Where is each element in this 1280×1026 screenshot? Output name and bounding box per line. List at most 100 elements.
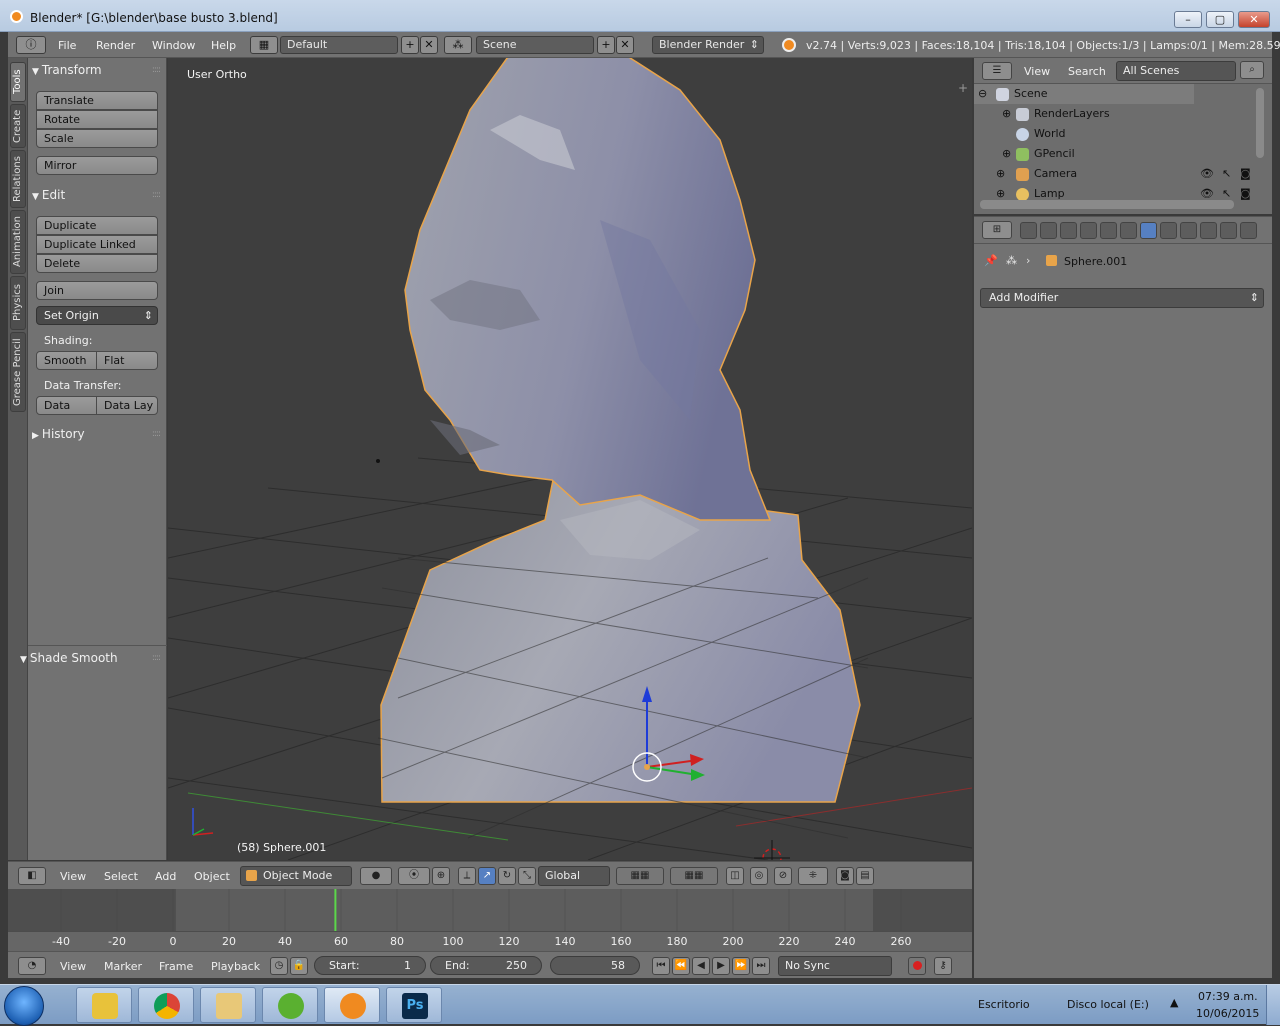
timeline-menu-view[interactable]: View — [60, 960, 86, 973]
interaction-mode-dropdown[interactable]: Object Mode — [240, 866, 352, 886]
clock-time[interactable]: 07:39 a.m. — [1198, 990, 1258, 1003]
tab-grease-pencil[interactable]: Grease Pencil — [10, 332, 26, 412]
timeline-ruler[interactable]: -40 -20 0 20 40 60 80 100 120 140 160 180 200 220 240 2… — [8, 931, 972, 951]
manipulator-center-icon[interactable]: ⊕ — [432, 867, 450, 885]
drag-grip-icon[interactable]: :::: — [152, 649, 161, 667]
preview-range-icon[interactable]: ◷ — [270, 957, 288, 975]
sync-mode-dropdown[interactable]: No Sync — [778, 956, 892, 976]
show-desktop-button[interactable] — [1266, 985, 1280, 1025]
close-button[interactable]: ✕ — [1238, 11, 1270, 28]
menu-window[interactable]: Window — [152, 39, 195, 52]
tray-expand-icon[interactable]: ▲ — [1170, 996, 1178, 1009]
tab-animation[interactable]: Animation — [10, 210, 26, 274]
panel-edit-header[interactable]: ▼ Edit:::: — [32, 186, 162, 204]
add-modifier-dropdown[interactable]: Add Modifier ⇕ — [980, 288, 1264, 308]
outliner-row-renderlayers[interactable]: ⊕ RenderLayers — [974, 104, 1254, 124]
panel-transform-header[interactable]: ▼ Transform:::: — [32, 61, 162, 79]
material-tab-icon[interactable] — [1180, 222, 1197, 239]
operator-panel-header[interactable]: ▼ Shade Smooth:::: — [12, 649, 162, 667]
screen-layout-field[interactable]: Default — [280, 36, 398, 54]
taskbar-winamp[interactable] — [76, 987, 132, 1023]
menu-render[interactable]: Render — [96, 39, 135, 52]
eye-icon[interactable]: 👁 — [1200, 164, 1214, 184]
duplicate-linked-button[interactable]: Duplicate Linked — [36, 235, 158, 254]
render-animation-icon[interactable]: ▤ — [856, 867, 874, 885]
editor-type-timeline-icon[interactable]: ◔ — [18, 957, 46, 975]
editor-type-info-icon[interactable]: ⓘ — [16, 36, 46, 54]
render-opengl-icon[interactable]: ◙ — [836, 867, 854, 885]
outliner-menu-search[interactable]: Search — [1068, 65, 1106, 78]
scale-button[interactable]: Scale — [36, 129, 158, 148]
lock-icon[interactable]: 🔒 — [290, 957, 308, 975]
data-tab-icon[interactable] — [1160, 222, 1177, 239]
pivot-point-icon[interactable]: ⦿ — [398, 867, 430, 885]
mirror-button[interactable]: Mirror — [36, 156, 158, 175]
outliner-row-world[interactable]: World — [974, 124, 1254, 144]
current-frame-field[interactable]: 58 — [550, 956, 640, 975]
taskbar-blender[interactable] — [324, 987, 380, 1023]
render-tab-icon[interactable] — [1020, 222, 1037, 239]
texture-tab-icon[interactable] — [1200, 222, 1217, 239]
panel-history-header[interactable]: ▶ History:::: — [32, 425, 162, 443]
timeline[interactable]: -40 -20 0 20 40 60 80 100 120 140 160 180 200 220 240 2… — [8, 889, 972, 951]
remove-layout-icon[interactable]: ✕ — [420, 36, 438, 54]
jump-start-icon[interactable]: ⏮ — [652, 957, 670, 975]
tab-tools[interactable]: Tools — [10, 62, 26, 102]
renderlayers-tab-icon[interactable] — [1040, 222, 1057, 239]
shade-smooth-button[interactable]: Smooth — [36, 351, 97, 370]
expand-icon[interactable]: ⊕ — [996, 164, 1005, 184]
tray-escritorio[interactable]: Escritorio — [978, 998, 1030, 1011]
transform-orientation-dropdown[interactable]: Global — [538, 866, 610, 886]
prev-keyframe-icon[interactable]: ⏪ — [672, 957, 690, 975]
snap-toggle-icon[interactable]: ⊘ — [774, 867, 792, 885]
end-frame-field[interactable]: End: 250 — [430, 956, 542, 975]
set-origin-dropdown[interactable]: Set Origin ⇕ — [36, 306, 158, 325]
tray-disco-local[interactable]: Disco local (E:) — [1067, 998, 1149, 1011]
pin-icon[interactable]: 📌 — [984, 254, 998, 267]
expand-icon[interactable]: ⊕ — [1002, 144, 1011, 164]
render-camera-icon[interactable]: ◙ — [1240, 164, 1251, 184]
start-frame-field[interactable]: Start: 1 — [314, 956, 426, 975]
minimize-button[interactable]: – — [1174, 11, 1202, 28]
expand-icon[interactable]: ⊕ — [1002, 104, 1011, 124]
constraints-tab-icon[interactable] — [1120, 222, 1137, 239]
manipulator-toggle-icon[interactable]: ⟂ — [458, 867, 476, 885]
proportional-edit-icon[interactable]: ◎ — [750, 867, 768, 885]
menu-object[interactable]: Object — [194, 870, 230, 883]
join-button[interactable]: Join — [36, 281, 158, 300]
drag-grip-icon[interactable]: :::: — [152, 425, 161, 443]
data-layout-transfer-button[interactable]: Data Lay — [96, 396, 158, 415]
translate-manipulator-icon[interactable]: ↗ — [478, 867, 496, 885]
menu-view[interactable]: View — [60, 870, 86, 883]
tab-relations[interactable]: Relations — [10, 150, 26, 208]
record-icon[interactable] — [908, 957, 926, 975]
data-transfer-button[interactable]: Data — [36, 396, 97, 415]
viewport-shading-icon[interactable]: ● — [360, 867, 392, 885]
menu-help[interactable]: Help — [211, 39, 236, 52]
object-tab-icon[interactable] — [1100, 222, 1117, 239]
menu-select[interactable]: Select — [104, 870, 138, 883]
editor-type-3dview-icon[interactable]: ◧ — [18, 867, 46, 885]
particles-tab-icon[interactable] — [1220, 222, 1237, 239]
taskbar-utorrent[interactable] — [262, 987, 318, 1023]
tab-physics[interactable]: Physics — [10, 276, 26, 330]
3d-viewport[interactable]: + User Ortho (58) Sphere.001 — [168, 58, 972, 860]
screen-layout-icon[interactable]: ▦ — [250, 36, 278, 54]
add-layout-icon[interactable]: + — [401, 36, 419, 54]
outliner-vertical-scrollbar[interactable] — [1256, 88, 1264, 158]
translate-button[interactable]: Translate — [36, 91, 158, 110]
snap-element-icon[interactable]: ⁜ — [798, 867, 828, 885]
jump-end-icon[interactable]: ⏭ — [752, 957, 770, 975]
menu-add[interactable]: Add — [155, 870, 176, 883]
layers-grid-1-icon[interactable]: ▦▦ — [616, 867, 664, 885]
play-reverse-icon[interactable]: ◀ — [692, 957, 710, 975]
expand-icon[interactable]: ⊖ — [978, 84, 987, 104]
drag-grip-icon[interactable]: :::: — [152, 61, 161, 79]
scale-manipulator-icon[interactable]: ⤡ — [518, 867, 536, 885]
clock-date[interactable]: 10/06/2015 — [1196, 1007, 1259, 1020]
search-icon[interactable]: ⌕ — [1240, 61, 1264, 79]
outliner-horizontal-scrollbar[interactable] — [980, 200, 1234, 209]
cursor-select-icon[interactable]: ↖ — [1222, 164, 1231, 184]
menu-file[interactable]: File — [58, 39, 76, 52]
outliner-row-gpencil[interactable]: ⊕ GPencil — [974, 144, 1254, 164]
